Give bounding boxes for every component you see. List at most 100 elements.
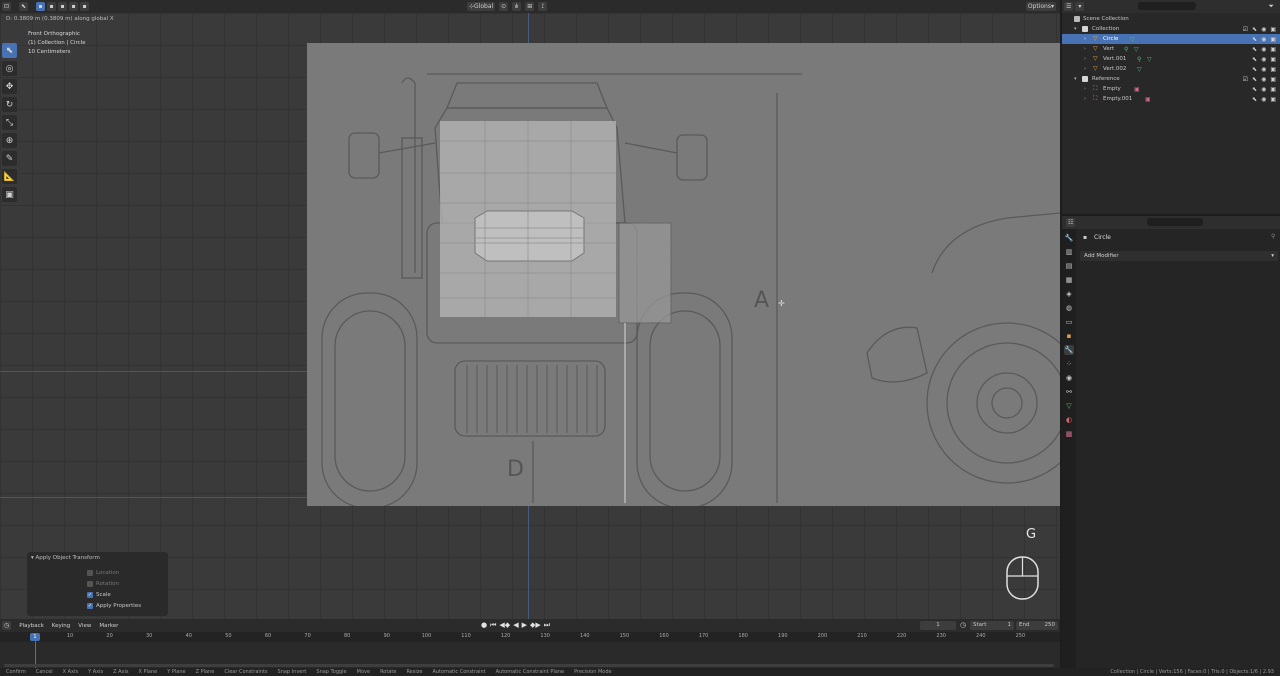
render-tab-icon[interactable]: ▥ [1064,247,1074,257]
jump-start-icon[interactable]: ⏮ [490,621,496,630]
record-icon[interactable]: ● [481,621,487,630]
move-tool[interactable]: ✥ [2,79,17,94]
transform-tool[interactable]: ⊕ [2,133,17,148]
marker-menu[interactable]: Marker [99,623,118,629]
view-layer-tab-icon[interactable]: ▦ [1064,275,1074,285]
select-icon[interactable]: ⬉ [1252,86,1257,93]
eye-icon[interactable]: ◉ [1261,46,1266,53]
outliner-row-circle[interactable]: › ▽ Circle ▽ ⬉ ◉ ▣ [1062,34,1280,44]
filter-icon[interactable]: ⏷ [1268,2,1274,11]
checkbox-icon[interactable]: ☑ [1243,76,1248,83]
select-icon[interactable]: ⬉ [1252,76,1257,83]
eye-icon[interactable]: ◉ [1261,66,1266,73]
eye-icon[interactable]: ◉ [1261,76,1266,83]
outliner-row-collection[interactable]: ▾ Collection ☑ ⬉ ◉ ▣ [1062,24,1280,34]
expand-icon[interactable]: › [1084,46,1086,52]
rotation-checkbox[interactable] [87,581,93,587]
play-icon[interactable]: ▶ [522,621,527,630]
annotate-tool[interactable]: ✎ [2,151,17,166]
add-cube-tool[interactable]: ▣ [2,187,17,202]
playhead[interactable]: 1 [30,633,40,641]
select-extend-button[interactable]: ▪ [47,2,57,11]
scale-tool[interactable]: ⤡ [2,115,17,130]
collection-tab-icon[interactable]: ▭ [1064,317,1074,327]
snap-toggle[interactable]: ⋔ [512,2,522,11]
timeline-scrollbar[interactable] [4,664,1054,667]
outliner-search-input[interactable] [1138,2,1196,10]
pivot-dropdown[interactable]: ⊙ [499,2,509,11]
proportional-edit-toggle[interactable]: ⟟ [538,2,548,11]
select-subtract-button[interactable]: ▪ [58,2,68,11]
expand-icon[interactable]: › [1084,56,1086,62]
expand-icon[interactable]: ▾ [1074,26,1077,32]
expand-icon[interactable]: › [1084,36,1086,42]
apply-properties-checkbox-row[interactable]: ✓ Apply Properties [87,603,141,609]
camera-icon[interactable]: ▣ [1270,96,1276,103]
select-tool[interactable]: ⬉ [2,43,17,58]
world-tab-icon[interactable]: ◍ [1064,303,1074,313]
outliner-row-vert-001[interactable]: › ▽ Vert.001 ⚲ ▽ ⬉ ◉ ▣ [1062,54,1280,64]
outliner-row-vert-002[interactable]: › ▽ Vert.002 ▽ ⬉ ◉ ▣ [1062,64,1280,74]
expand-icon[interactable]: ▾ [1074,76,1077,82]
measure-tool[interactable]: 📐 [2,169,17,184]
select-mode-button[interactable]: ⬉ [19,2,29,11]
outliner-editor-type-button[interactable]: ☰ [1064,2,1074,11]
eye-icon[interactable]: ◉ [1261,36,1266,43]
3d-viewport[interactable]: Front Orthographic (1) Collection | Circ… [0,13,1060,619]
stopwatch-icon[interactable]: ◷ [960,621,966,629]
scene-tab-icon[interactable]: ◈ [1064,289,1074,299]
orientation-dropdown[interactable]: ⊹ Global [467,2,496,11]
outliner-row-empty-001[interactable]: › ⛶ Empty.001 ▣ ⬉ ◉ ▣ [1062,94,1280,104]
select-intersect-button[interactable]: ▪ [80,2,90,11]
apply-properties-checkbox[interactable]: ✓ [87,603,93,609]
expand-icon[interactable]: › [1084,66,1086,72]
timeline[interactable]: 10 20 30 40 50 60 70 80 90 100 110 120 130 140 150 160 1… [0,632,1060,668]
snap-dropdown[interactable]: ⊞ [525,2,535,11]
display-mode-dropdown[interactable]: ▾ [1075,2,1085,11]
next-keyframe-icon[interactable]: ◆▶ [530,621,541,630]
select-icon[interactable]: ⬉ [1252,96,1257,103]
outliner-row-vert[interactable]: › ▽ Vert ⚲ ▽ ⬉ ◉ ▣ [1062,44,1280,54]
location-checkbox[interactable] [87,570,93,576]
tool-tab-icon[interactable]: 🔧 [1064,233,1074,243]
camera-icon[interactable]: ▣ [1270,46,1276,53]
eye-icon[interactable]: ◉ [1261,96,1266,103]
start-frame-field[interactable]: Start 1 [970,621,1014,630]
keying-menu[interactable]: Keying [52,623,70,629]
material-tab-icon[interactable]: ◐ [1064,415,1074,425]
properties-search-input[interactable] [1147,218,1203,226]
jump-end-icon[interactable]: ⏭ [544,621,550,630]
expand-icon[interactable]: › [1084,86,1086,92]
select-invert-button[interactable]: ▪ [69,2,79,11]
eye-icon[interactable]: ◉ [1261,56,1266,63]
particles-tab-icon[interactable]: ⁘ [1064,359,1074,369]
camera-icon[interactable]: ▣ [1270,36,1276,43]
play-reverse-icon[interactable]: ◀ [513,621,518,630]
data-tab-icon[interactable]: ▽ [1064,401,1074,411]
select-icon[interactable]: ⬉ [1252,36,1257,43]
camera-icon[interactable]: ▣ [1270,86,1276,93]
cursor-tool[interactable]: ◎ [2,61,17,76]
scale-checkbox-row[interactable]: ✓ Scale [87,592,111,598]
texture-tab-icon[interactable]: ▩ [1064,429,1074,439]
prev-keyframe-icon[interactable]: ◀◆ [499,621,510,630]
options-dropdown[interactable]: Options ▾ [1025,2,1056,11]
pin-icon[interactable]: ⚲ [1271,233,1275,240]
frame-ruler[interactable]: 10 20 30 40 50 60 70 80 90 100 110 120 130 140 150 160 1… [0,632,1060,642]
camera-icon[interactable]: ▣ [1270,76,1276,83]
modifier-tab-icon[interactable]: 🔧 [1064,345,1074,355]
outliner-row-reference[interactable]: ▾ Reference ☑ ⬉ ◉ ▣ [1062,74,1280,84]
physics-tab-icon[interactable]: ◉ [1064,373,1074,383]
properties-editor-type-button[interactable]: ☷ [1066,218,1076,227]
outliner-row-empty[interactable]: › ⛶ Empty ▣ ⬉ ◉ ▣ [1062,84,1280,94]
add-modifier-dropdown[interactable]: Add Modifier ▾ [1080,251,1278,261]
end-frame-field[interactable]: End 250 [1016,621,1058,630]
playback-menu[interactable]: Playback [19,623,44,629]
current-frame-field[interactable]: 1 [920,621,956,630]
select-new-button[interactable]: ▪ [36,2,46,11]
expand-icon[interactable]: › [1084,96,1086,102]
eye-icon[interactable]: ◉ [1261,86,1266,93]
camera-icon[interactable]: ▣ [1270,26,1276,33]
select-icon[interactable]: ⬉ [1252,26,1257,33]
timeline-editor-type-button[interactable]: ◷ [2,621,12,630]
